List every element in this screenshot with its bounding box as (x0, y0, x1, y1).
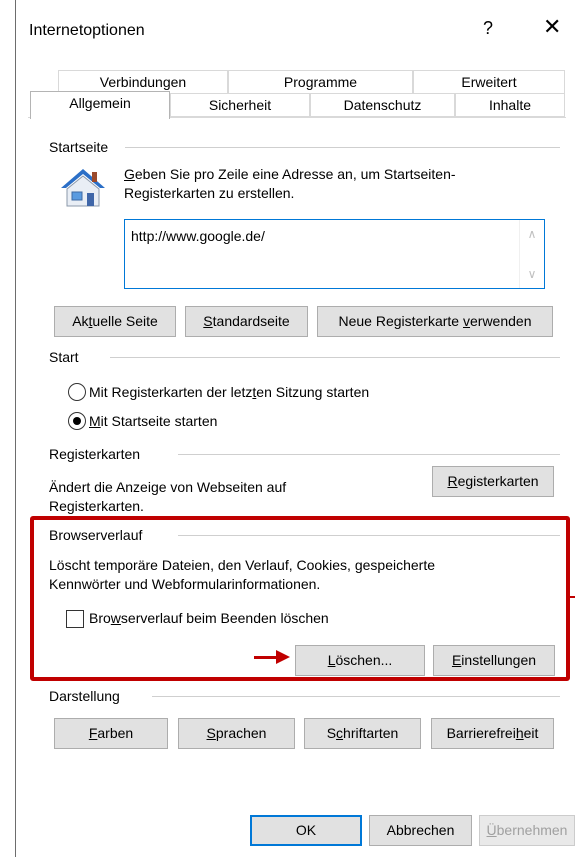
tabs-settings-button[interactable]: Registerkarten (432, 466, 554, 497)
default-page-button[interactable]: Standardseite (185, 306, 308, 337)
cancel-button[interactable]: Abbrechen (369, 815, 472, 846)
home-icon (58, 166, 108, 212)
arrow-icon (254, 656, 278, 659)
radio-homepage-label[interactable]: Mit Startseite starten (89, 413, 217, 429)
apply-button[interactable]: Übernehmen (479, 815, 575, 846)
startseite-separator (125, 147, 560, 148)
window-border (15, 0, 16, 857)
radio-selected-dot (73, 417, 81, 425)
ok-button[interactable]: OK (250, 815, 362, 846)
tab-allgemein[interactable]: Allgemein (30, 91, 170, 119)
window-title: Internetoptionen (29, 22, 145, 39)
radio-last-session-label[interactable]: Mit Registerkarten der letzten Sitzung s… (89, 384, 369, 400)
registerkarten-description: Ändert die Anzeige von Webseiten auf Reg… (49, 479, 287, 514)
start-group-label: Start (49, 349, 79, 365)
registerkarten-separator (178, 454, 560, 455)
start-separator (110, 357, 560, 358)
darstellung-group-label: Darstellung (49, 688, 120, 704)
fonts-button[interactable]: Schriftarten (304, 718, 421, 749)
use-new-tab-button[interactable]: Neue Registerkarte verwenden (317, 306, 553, 337)
scroll-up-icon[interactable]: ∧ (520, 224, 544, 244)
startseite-description: Geben Sie pro Zeile eine Adresse an, um … (124, 165, 564, 203)
help-button[interactable]: ? (483, 18, 493, 39)
tab-erweitert[interactable]: Erweitert (413, 70, 565, 94)
description-line2: Registerkarten zu erstellen. (124, 185, 295, 201)
registerkarten-group-label: Registerkarten (49, 446, 141, 462)
radio-last-session[interactable] (68, 383, 86, 401)
colors-button[interactable]: Farben (54, 718, 168, 749)
arrow-head-icon (276, 650, 290, 664)
homepage-url-textarea[interactable]: http://www.google.de/ (124, 219, 545, 289)
tab-inhalte[interactable]: Inhalte (455, 93, 565, 117)
tab-datenschutz[interactable]: Datenschutz (310, 93, 455, 117)
tab-programme[interactable]: Programme (228, 70, 413, 94)
textarea-scrollbar[interactable]: ∧ ∨ (519, 220, 544, 288)
darstellung-separator (152, 696, 560, 697)
annotation-tick (567, 596, 575, 598)
current-page-button[interactable]: Aktuelle Seite (54, 306, 176, 337)
accessibility-button[interactable]: Barrierefreiheit (431, 718, 554, 749)
description-line1: Geben Sie pro Zeile eine Adresse an, um … (124, 166, 456, 182)
tab-sicherheit[interactable]: Sicherheit (170, 93, 310, 117)
homepage-url-value: http://www.google.de/ (131, 228, 265, 244)
highlight-box (30, 516, 570, 681)
languages-button[interactable]: Sprachen (178, 718, 295, 749)
close-button[interactable]: ✕ (543, 14, 561, 40)
radio-homepage[interactable] (68, 412, 86, 430)
scroll-down-icon[interactable]: ∨ (520, 264, 544, 284)
startseite-group-label: Startseite (49, 139, 109, 155)
